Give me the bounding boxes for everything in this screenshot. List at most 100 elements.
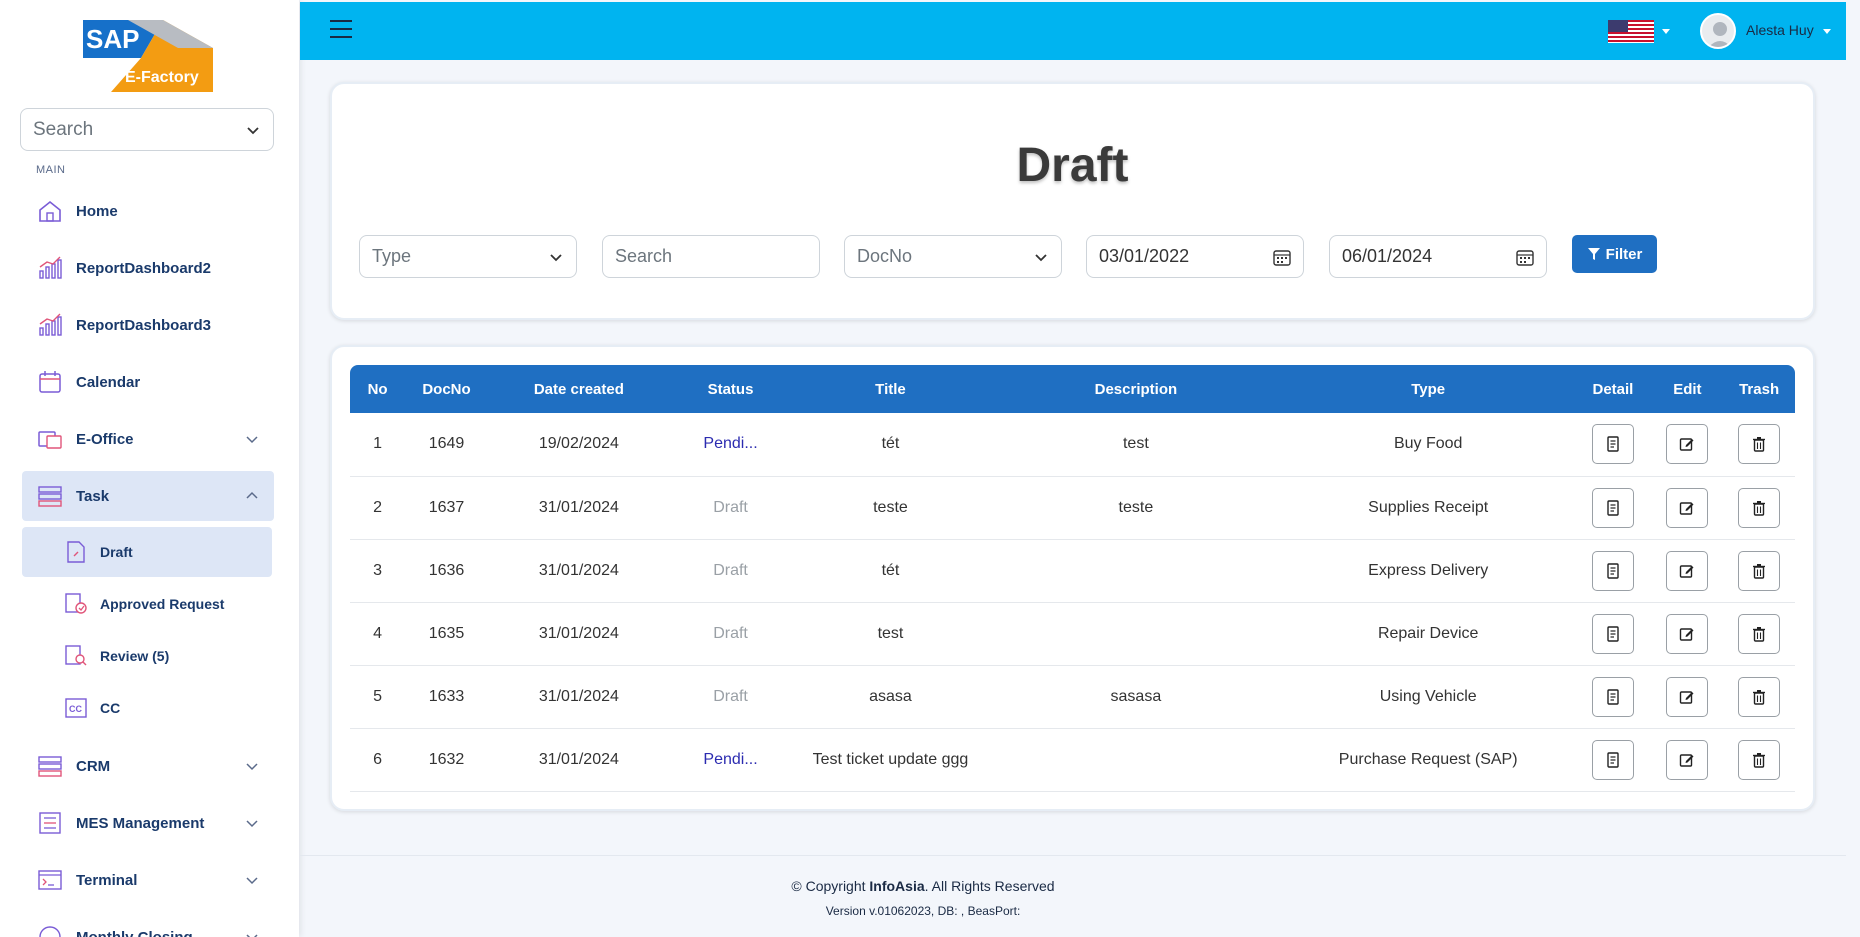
cell-date-created: 31/01/2024 (487, 476, 670, 540)
search-input-placeholder: Search (615, 246, 673, 266)
sidebar-item-label: CRM (76, 757, 111, 775)
detail-button[interactable] (1591, 550, 1634, 591)
hamburger-menu-icon[interactable] (330, 20, 352, 40)
sidebar-item-terminal[interactable]: Terminal (22, 855, 274, 905)
sidebar-item-e-office[interactable]: E-Office (22, 414, 274, 464)
sidebar-item-label: Calendar (76, 373, 141, 391)
docno-select[interactable]: DocNo (844, 235, 1062, 278)
type-select[interactable]: Type (359, 235, 577, 278)
table-row: 1 1649 19/02/2024 Pendi... tét test Buy Food (350, 413, 1795, 477)
cell-date-created: 31/01/2024 (487, 539, 670, 603)
cell-status: Draft (669, 602, 792, 666)
task-icon (36, 482, 64, 510)
cell-trash (1723, 413, 1795, 477)
detail-button[interactable] (1591, 676, 1634, 717)
filter-button[interactable]: Filter (1572, 235, 1657, 273)
sidebar-item-label: ReportDashboard3 (76, 316, 212, 334)
user-menu-caret-icon[interactable] (1823, 29, 1831, 34)
chevron-down-icon (246, 763, 258, 771)
detail-icon (1607, 499, 1619, 516)
closing-icon (36, 923, 64, 937)
chevron-up-icon (246, 491, 258, 499)
company-name: InfoAsia (869, 878, 925, 894)
cell-docno: 1637 (405, 476, 488, 540)
page-title: Draft (1016, 139, 1129, 192)
detail-button[interactable] (1591, 739, 1634, 780)
detail-button[interactable] (1591, 487, 1634, 528)
cell-description (989, 602, 1283, 666)
cell-status: Pendi... (669, 413, 792, 477)
type-select-value: Type (372, 246, 412, 266)
trash-icon (1753, 563, 1766, 579)
cell-trash (1723, 476, 1795, 540)
sap-e-factory-logo[interactable]: SAP E-Factory (83, 20, 213, 92)
sidebar-subitem-cc[interactable]: CC CC (22, 683, 272, 733)
trash-button[interactable] (1738, 739, 1781, 780)
sidebar-item-reportdashboard2[interactable]: ReportDashboard2 (22, 243, 274, 293)
trash-button[interactable] (1738, 487, 1781, 528)
trash-button[interactable] (1738, 424, 1781, 465)
table-header-row: No DocNo Date created Status Title Descr… (350, 365, 1795, 413)
to-date-input[interactable]: 06/01/2024 (1329, 235, 1547, 278)
sidebar-item-mes-management[interactable]: MES Management (22, 798, 274, 848)
trash-icon (1753, 626, 1766, 642)
us-flag-icon[interactable] (1608, 20, 1654, 43)
docno-select-value: DocNo (857, 246, 913, 266)
calendar-icon (36, 368, 64, 396)
sidebar-item-crm[interactable]: CRM (22, 741, 274, 791)
draft-table: No DocNo Date created Status Title Descr… (350, 365, 1795, 792)
sidebar-subitem-label: Approved Request (100, 596, 225, 612)
svg-text:E-Factory: E-Factory (125, 69, 199, 86)
cell-title: tét (791, 539, 990, 603)
cc-icon: CC (64, 696, 88, 720)
sidebar-item-task[interactable]: Task (22, 471, 274, 521)
calendar-icon[interactable] (1516, 248, 1534, 266)
cell-status: Pendi... (669, 728, 792, 792)
cell-type: Using Vehicle (1282, 665, 1575, 729)
sidebar-search-select[interactable]: Search (20, 108, 274, 151)
language-caret-icon[interactable] (1662, 29, 1670, 34)
user-name[interactable]: Alesta Huy (1746, 22, 1814, 38)
column-header-docno: DocNo (422, 380, 471, 398)
cell-detail (1574, 476, 1652, 540)
copyright-text: © Copyright InfoAsia. All Rights Reserve… (300, 878, 1546, 894)
cell-docno: 1649 (405, 413, 488, 477)
cell-description: test (989, 413, 1283, 477)
cell-date-created: 31/01/2024 (487, 602, 670, 666)
edit-button[interactable] (1666, 613, 1709, 654)
edit-button[interactable] (1666, 739, 1709, 780)
sidebar-item-monthly-closing[interactable]: Monthly Closing (22, 912, 274, 937)
topbar: Alesta Huy (300, 2, 1846, 60)
edit-button[interactable] (1666, 550, 1709, 591)
sidebar-item-calendar[interactable]: Calendar (22, 357, 274, 407)
trash-icon (1753, 689, 1766, 705)
cell-status: Draft (669, 476, 792, 540)
detail-button[interactable] (1591, 613, 1634, 654)
sidebar-item-reportdashboard3[interactable]: ReportDashboard3 (22, 300, 274, 350)
detail-button[interactable] (1591, 424, 1634, 465)
search-input[interactable]: Search (602, 235, 820, 278)
edit-button[interactable] (1666, 424, 1709, 465)
cell-title: tét (791, 413, 990, 477)
edit-button[interactable] (1666, 676, 1709, 717)
chart-icon (36, 311, 64, 339)
cell-edit (1651, 602, 1724, 666)
sidebar-subitem-draft[interactable]: Draft (22, 527, 272, 577)
sidebar-item-label: Home (76, 202, 118, 220)
calendar-icon[interactable] (1273, 248, 1291, 266)
detail-icon (1607, 625, 1619, 642)
table-row: 4 1635 31/01/2024 Draft test Repair Device (350, 602, 1795, 666)
sidebar-subitem-approved-request[interactable]: Approved Request (22, 579, 272, 629)
from-date-input[interactable]: 03/01/2022 (1086, 235, 1304, 278)
section-label-main: MAIN (36, 164, 66, 176)
avatar[interactable] (1700, 13, 1736, 49)
cell-edit (1651, 413, 1724, 477)
mes-icon (36, 809, 64, 837)
edit-button[interactable] (1666, 487, 1709, 528)
trash-button[interactable] (1738, 613, 1781, 654)
sidebar-item-home[interactable]: Home (22, 186, 274, 236)
trash-button[interactable] (1738, 676, 1781, 717)
chevron-down-icon (247, 126, 259, 134)
trash-button[interactable] (1738, 550, 1781, 591)
sidebar-subitem-review[interactable]: Review (5) (22, 631, 272, 681)
